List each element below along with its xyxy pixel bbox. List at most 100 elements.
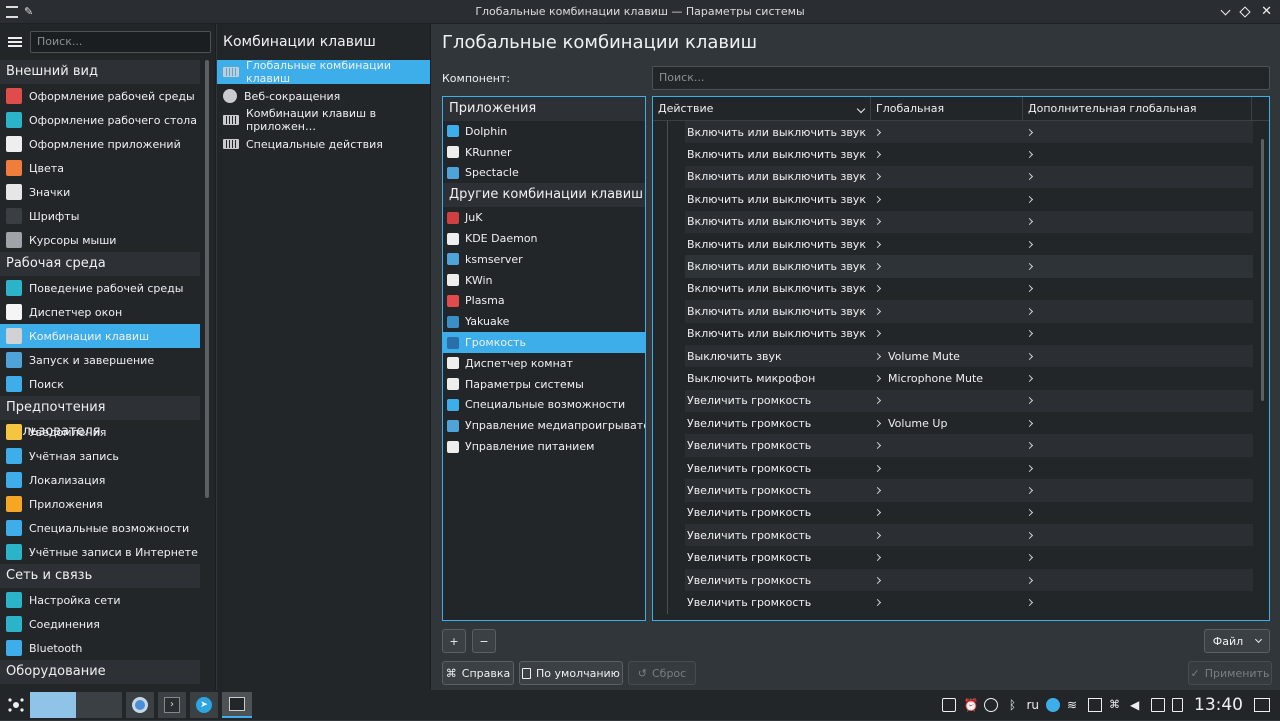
window-menu-icon[interactable] [6, 5, 18, 18]
sidebar-scrollbar[interactable] [205, 60, 209, 498]
table-row[interactable]: Увеличить громкость [653, 389, 1253, 413]
component-item[interactable]: Управление медиапроигрывател… [443, 415, 645, 436]
component-item[interactable]: Управление питанием [443, 436, 645, 457]
table-row[interactable]: Включить или выключить звук [653, 210, 1253, 234]
component-item[interactable]: Диспетчер комнат [443, 353, 645, 374]
global-shortcut-cell[interactable] [871, 397, 1023, 405]
cpu-icon[interactable] [942, 698, 957, 712]
component-item[interactable]: JuK [443, 207, 645, 228]
table-row[interactable]: Увеличить громкость [653, 546, 1253, 570]
alternate-shortcut-cell[interactable] [1023, 330, 1252, 338]
global-shortcut-cell[interactable] [871, 240, 1023, 248]
subcategory-item[interactable]: Веб-сокращения [217, 84, 430, 108]
table-row[interactable]: Выключить звук Volume Mute [653, 344, 1253, 368]
alternate-shortcut-cell[interactable] [1023, 397, 1252, 405]
defaults-button[interactable]: По умолчанию [519, 661, 623, 685]
global-shortcut-cell[interactable] [871, 486, 1023, 494]
subcategory-item[interactable]: Специальные действия [217, 132, 430, 156]
global-shortcut-cell[interactable]: Volume Mute [871, 350, 1023, 363]
network-icon[interactable]: ⌘ [1109, 698, 1123, 712]
global-shortcut-cell[interactable] [871, 151, 1023, 159]
reset-button[interactable]: ↺ Сброс [628, 661, 696, 685]
column-header-action[interactable]: Действие [653, 97, 871, 121]
sidebar-item[interactable]: Учётные записи в Интернете [0, 540, 200, 564]
sidebar-item[interactable]: Специальные возможности [0, 516, 200, 540]
virtual-desktop-2[interactable] [76, 692, 122, 718]
global-shortcut-cell[interactable] [871, 576, 1023, 584]
show-desktop-icon[interactable] [1254, 698, 1270, 712]
table-row[interactable]: Увеличить громкость [653, 434, 1253, 458]
table-row[interactable]: Включить или выключить звук [653, 322, 1253, 346]
update-globe-icon[interactable] [1046, 698, 1060, 712]
table-row[interactable]: Увеличить громкость [653, 568, 1253, 592]
sidebar-item[interactable]: Значки [0, 180, 200, 204]
global-shortcut-cell[interactable] [871, 554, 1023, 562]
table-row[interactable]: Включить или выключить звук [653, 165, 1253, 189]
table-row[interactable]: Включить или выключить звук [653, 255, 1253, 279]
component-item[interactable]: Plasma [443, 291, 645, 312]
sidebar-item[interactable]: Оформление рабочего стола [0, 108, 200, 132]
hamburger-menu-icon[interactable] [8, 37, 22, 47]
alternate-shortcut-cell[interactable] [1023, 531, 1252, 539]
sidebar-search-input[interactable]: Поиск... [30, 31, 211, 53]
app-launcher[interactable] [6, 692, 26, 718]
global-shortcut-cell[interactable]: Volume Up [871, 417, 1023, 430]
global-shortcut-cell[interactable] [871, 464, 1023, 472]
table-row[interactable]: Увеличить громкость Volume Up [653, 412, 1253, 435]
alternate-shortcut-cell[interactable] [1023, 240, 1252, 248]
file-menu-button[interactable]: Файл [1204, 629, 1270, 653]
alternate-shortcut-cell[interactable] [1023, 307, 1252, 315]
sidebar-item[interactable]: Поведение рабочей среды [0, 276, 200, 300]
global-shortcut-cell[interactable] [871, 531, 1023, 539]
sidebar-item[interactable]: Цвета [0, 156, 200, 180]
maximize-icon[interactable] [1239, 6, 1251, 18]
global-shortcut-cell[interactable] [871, 307, 1023, 315]
global-shortcut-cell[interactable] [871, 195, 1023, 203]
virtual-desktop-1[interactable] [30, 692, 76, 718]
alternate-shortcut-cell[interactable] [1023, 576, 1252, 584]
alternate-shortcut-cell[interactable] [1023, 509, 1252, 517]
sidebar-item[interactable]: Шрифты [0, 204, 200, 228]
global-shortcut-cell[interactable] [871, 285, 1023, 293]
component-item[interactable]: Yakuake [443, 311, 645, 332]
alternate-shortcut-cell[interactable] [1023, 598, 1252, 606]
sidebar-item[interactable]: Оформление рабочей среды [0, 84, 200, 108]
alternate-shortcut-cell[interactable] [1023, 554, 1252, 562]
pin-icon[interactable]: ✎ [24, 5, 34, 18]
alternate-shortcut-cell[interactable] [1023, 419, 1252, 427]
table-row[interactable]: Увеличить громкость [653, 456, 1253, 480]
sidebar-item[interactable]: Локализация [0, 468, 200, 492]
alternate-shortcut-cell[interactable] [1023, 285, 1252, 293]
keyboard-layout-indicator[interactable]: ru [1026, 698, 1039, 712]
clock[interactable]: 13:40 [1194, 695, 1243, 715]
wifi-icon[interactable]: ≋ [1067, 698, 1081, 712]
component-item[interactable]: Громкость [443, 332, 645, 353]
alarm-icon[interactable]: ⏰ [963, 698, 978, 712]
alternate-shortcut-cell[interactable] [1023, 173, 1252, 181]
volume-icon[interactable]: ◀ [1130, 698, 1144, 712]
clipboard-icon[interactable] [1172, 698, 1183, 712]
devices-icon[interactable] [1088, 698, 1102, 712]
help-button[interactable]: ⌘ Справка [442, 661, 514, 685]
table-row[interactable]: Включить или выключить звук [653, 232, 1253, 256]
component-search-input[interactable]: Поиск... [652, 66, 1270, 90]
task-system-settings[interactable] [222, 692, 252, 718]
table-row[interactable]: Включить или выключить звук [653, 188, 1253, 211]
alternate-shortcut-cell[interactable] [1023, 128, 1252, 136]
component-item[interactable]: Параметры системы [443, 374, 645, 395]
alternate-shortcut-cell[interactable] [1023, 442, 1252, 450]
table-row[interactable]: Увеличить громкость [653, 591, 1253, 614]
alternate-shortcut-cell[interactable] [1023, 352, 1252, 360]
task-terminal[interactable]: › [158, 692, 186, 718]
table-row[interactable]: Включить или выключить звук [653, 277, 1253, 301]
sidebar-item[interactable]: Комбинации клавиш [0, 324, 200, 348]
table-scrollbar[interactable] [1261, 139, 1264, 401]
task-chromium[interactable] [126, 692, 154, 718]
component-item[interactable]: Специальные возможности [443, 395, 645, 416]
table-row[interactable]: Увеличить громкость [653, 479, 1253, 503]
global-shortcut-cell[interactable] [871, 173, 1023, 181]
close-icon[interactable]: ✕ [1261, 5, 1272, 18]
column-header-alternate[interactable]: Дополнительная глобальная [1023, 97, 1252, 121]
bluetooth-tray-icon[interactable]: ᛒ [1005, 698, 1019, 712]
sidebar-item[interactable]: Поиск [0, 372, 200, 396]
